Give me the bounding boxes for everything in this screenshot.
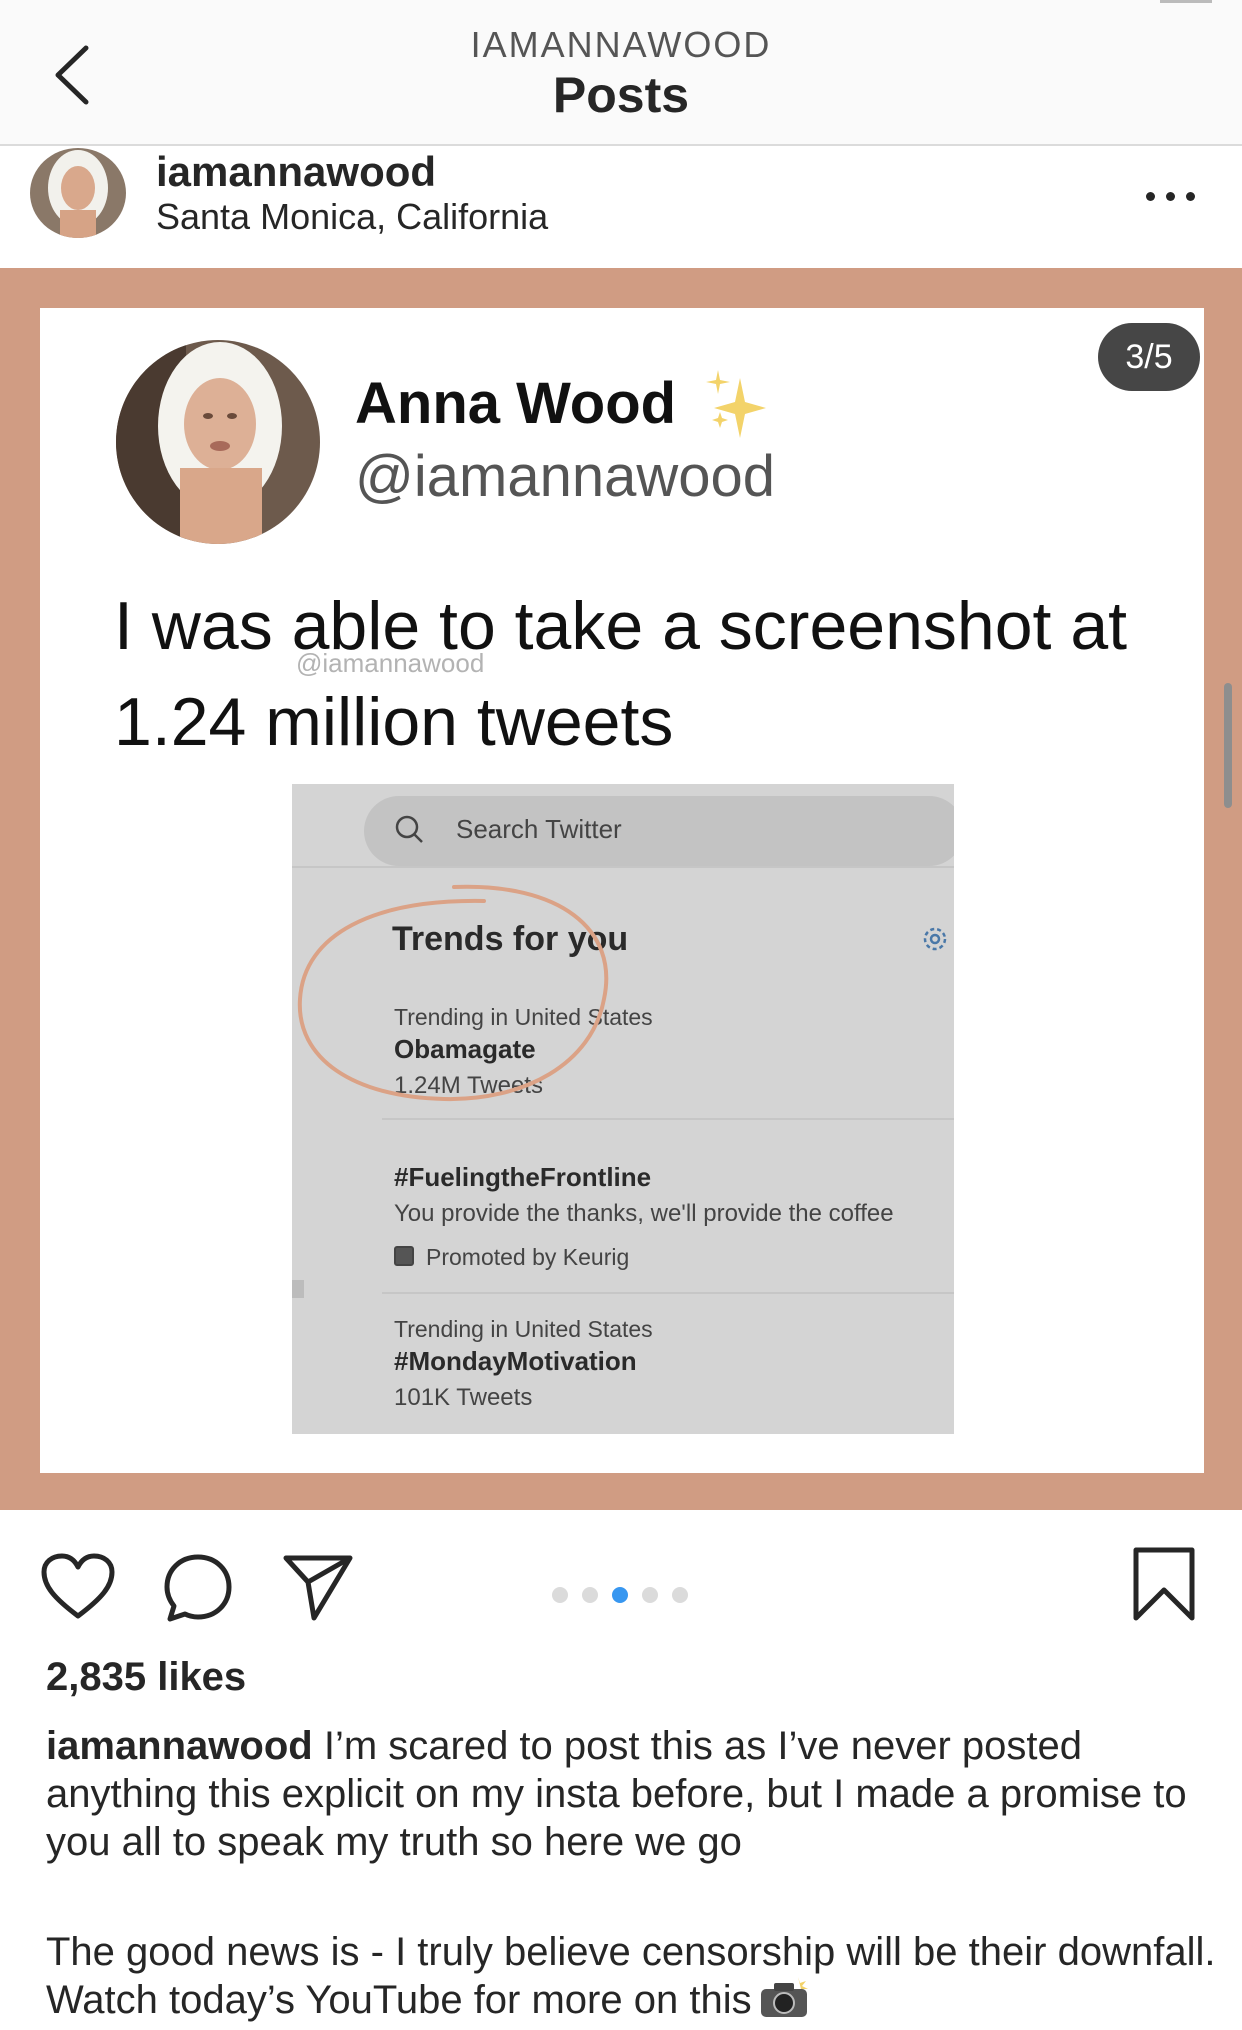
post-header: iamannawood Santa Monica, California (0, 148, 1242, 268)
post-location[interactable]: Santa Monica, California (156, 196, 548, 238)
trend-title: #FuelingtheFrontline (394, 1162, 652, 1192)
search-icon (395, 815, 423, 843)
page-title: Posts (552, 67, 690, 123)
carousel-dot-active (612, 1587, 628, 1603)
caption-text: The good news is - I truly believe censo… (46, 1930, 1216, 2022)
tweet-card: Anna Wood @iamannawood I was able to tak… (40, 308, 1204, 1473)
tweet-avatar (116, 340, 320, 544)
carousel-dots (552, 1587, 692, 1603)
screenshot-search-bar (364, 796, 954, 866)
highlight-circle (297, 884, 609, 1102)
header-account-name: IAMANNAWOOD (470, 24, 772, 65)
avatar[interactable] (30, 148, 126, 238)
post-caption: iamannawood I’m scared to post this as I… (46, 1722, 1206, 1866)
screenshot-edge (292, 1280, 304, 1298)
tweet-author-name: Anna Wood (355, 371, 677, 436)
divider (292, 866, 954, 868)
more-options-button[interactable] (1142, 182, 1202, 212)
watermark: @iamannawood (296, 648, 485, 678)
bookmark-icon[interactable] (1132, 1546, 1196, 1622)
carousel-dot (642, 1587, 658, 1603)
post-image[interactable]: Anna Wood @iamannawood I was able to tak… (0, 268, 1242, 1510)
action-bar (0, 1510, 1242, 1670)
trend-count: 101K Tweets (394, 1384, 533, 1411)
carousel-counter: 3/5 (1098, 323, 1200, 391)
likes-count[interactable]: 2,835 likes (46, 1655, 246, 1700)
camera-flash-icon (760, 1977, 808, 2017)
post-caption-continued: The good news is - I truly believe censo… (46, 1928, 1226, 2024)
trend-promo: Promoted by Keurig (426, 1244, 630, 1270)
trend-title: #MondayMotivation (394, 1346, 637, 1376)
heart-icon[interactable] (40, 1552, 116, 1622)
header-divider (1160, 0, 1212, 3)
promoted-icon (394, 1246, 414, 1266)
scrollbar[interactable] (1224, 683, 1232, 808)
gear-icon (923, 927, 947, 951)
carousel-dot (582, 1587, 598, 1603)
trend-context: Trending in United States (394, 1316, 653, 1342)
share-icon[interactable] (282, 1552, 354, 1624)
nav-header: IAMANNAWOOD Posts (0, 0, 1242, 146)
sparkles-icon (700, 368, 772, 440)
tweet-text: I was able to take a screenshot at 1.24 … (114, 588, 1128, 760)
screenshot-search-placeholder: Search Twitter (456, 814, 622, 844)
tweet-handle: @iamannawood (355, 444, 776, 509)
twitter-screenshot: Search Twitter Trends for you Trending i… (292, 784, 954, 1434)
divider (382, 1292, 954, 1294)
post-username[interactable]: iamannawood (156, 148, 436, 196)
trend-description: You provide the thanks, we'll provide th… (394, 1200, 894, 1227)
comment-icon[interactable] (162, 1552, 234, 1624)
carousel-dot (552, 1587, 568, 1603)
caption-username[interactable]: iamannawood (46, 1724, 313, 1768)
carousel-dot (672, 1587, 688, 1603)
